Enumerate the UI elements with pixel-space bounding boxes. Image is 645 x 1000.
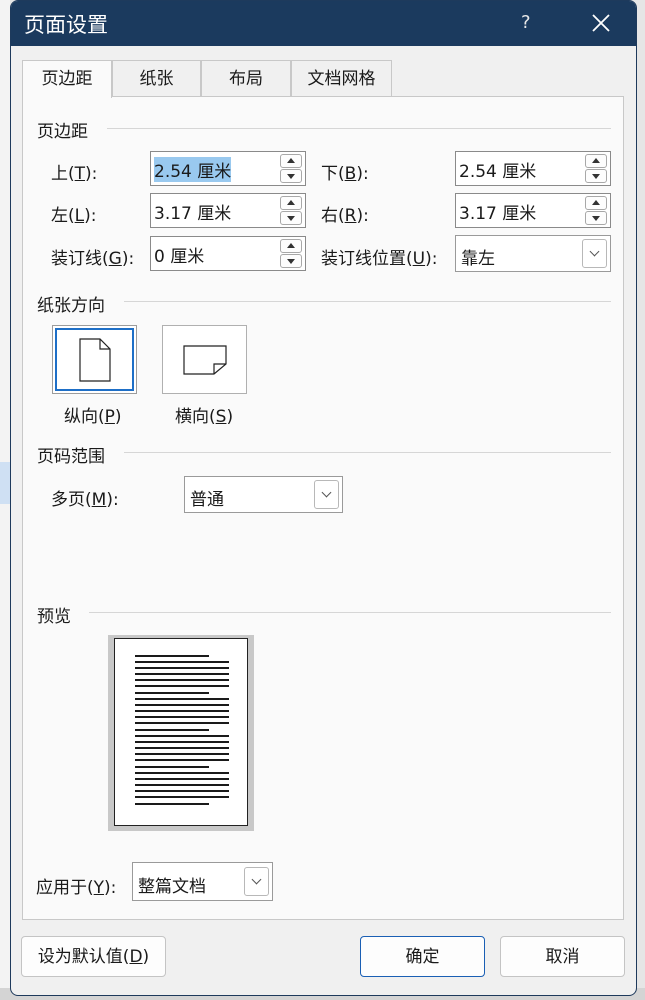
preview-page xyxy=(114,638,248,826)
preview-text-line xyxy=(135,759,229,761)
preview-text-line xyxy=(135,753,229,755)
set-default-button[interactable]: 设为默认值(D) xyxy=(21,936,166,977)
preview-text-line xyxy=(135,796,229,798)
gutter-label: 装订线(G): xyxy=(51,249,135,269)
chevron-down-icon[interactable] xyxy=(314,480,339,509)
orientation-section-title: 纸张方向 xyxy=(37,296,105,316)
preview-section-title: 预览 xyxy=(37,607,71,627)
preview-text-line xyxy=(135,673,229,675)
background-selection xyxy=(0,462,10,504)
orientation-divider xyxy=(124,301,611,302)
cancel-button[interactable]: 取消 xyxy=(500,936,625,977)
top-margin-label: 上(T): xyxy=(51,164,98,184)
preview-text-line xyxy=(135,772,229,774)
close-icon[interactable] xyxy=(588,10,614,36)
preview-text-line xyxy=(135,692,209,694)
left-margin-value[interactable]: 3.17 厘米 xyxy=(154,199,231,224)
left-margin-down-icon[interactable] xyxy=(280,211,302,225)
margins-divider xyxy=(107,128,611,129)
preview-divider xyxy=(89,612,611,613)
top-margin-spinner[interactable]: 2.54 厘米 xyxy=(150,151,306,186)
margins-section-title: 页边距 xyxy=(37,122,88,142)
preview-text-line xyxy=(135,679,229,681)
right-margin-spinner[interactable]: 3.17 厘米 xyxy=(455,193,611,228)
apply-to-value: 整篇文档 xyxy=(138,877,206,897)
bottom-margin-down-icon[interactable] xyxy=(585,169,607,183)
bottom-margin-value[interactable]: 2.54 厘米 xyxy=(459,157,536,182)
right-margin-up-icon[interactable] xyxy=(585,196,607,210)
preview-text-line xyxy=(135,735,229,737)
left-margin-up-icon[interactable] xyxy=(280,196,302,210)
top-margin-up-icon[interactable] xyxy=(280,154,302,168)
portrait-option[interactable] xyxy=(52,325,137,394)
gutter-down-icon[interactable] xyxy=(280,254,302,268)
gutter-spinner[interactable]: 0 厘米 xyxy=(150,236,306,271)
title-bar[interactable]: 页面设置 ? xyxy=(11,1,636,46)
preview-text-line xyxy=(135,741,229,743)
bottom-margin-up-icon[interactable] xyxy=(585,154,607,168)
preview-text-line xyxy=(135,698,229,700)
bottom-margin-spinner[interactable]: 2.54 厘米 xyxy=(455,151,611,186)
ok-button[interactable]: 确定 xyxy=(360,936,485,977)
tab-paper[interactable]: 纸张 xyxy=(112,60,201,97)
tab-document-grid[interactable]: 文档网格 xyxy=(291,60,392,97)
landscape-label: 横向(S) xyxy=(175,407,234,427)
chevron-down-icon[interactable] xyxy=(582,239,607,268)
tab-layout[interactable]: 布局 xyxy=(201,60,291,97)
preview-text-line xyxy=(135,803,209,805)
portrait-page-icon xyxy=(79,338,111,382)
apply-to-label: 应用于(Y): xyxy=(36,878,117,898)
preview-text-line xyxy=(135,729,209,731)
bottom-margin-label: 下(B): xyxy=(321,164,369,184)
preview-text-line xyxy=(135,704,229,706)
preview-text-line xyxy=(135,790,229,792)
right-margin-value[interactable]: 3.17 厘米 xyxy=(459,199,536,224)
page-setup-dialog: 页面设置 ? 页边距 纸张 布局 文档网格 页边距 上(T): 2.54 厘米 … xyxy=(10,0,637,996)
gutter-value[interactable]: 0 厘米 xyxy=(154,242,204,267)
preview-text-line xyxy=(135,685,229,687)
left-margin-spinner[interactable]: 3.17 厘米 xyxy=(150,193,306,228)
pages-section-title: 页码范围 xyxy=(37,447,105,467)
preview-text-line xyxy=(135,655,209,657)
landscape-option[interactable] xyxy=(162,325,247,394)
landscape-page-icon xyxy=(183,345,227,375)
preview-text-line xyxy=(135,766,209,768)
preview-frame xyxy=(108,635,254,831)
preview-text-line xyxy=(135,716,229,718)
gutter-position-value: 靠左 xyxy=(461,249,495,269)
gutter-position-select[interactable]: 靠左 xyxy=(455,235,611,272)
right-margin-label: 右(R): xyxy=(321,206,369,226)
multiple-pages-select[interactable]: 普通 xyxy=(184,476,343,513)
multiple-pages-label: 多页(M): xyxy=(51,490,119,510)
right-margin-down-icon[interactable] xyxy=(585,211,607,225)
gutter-position-label: 装订线位置(U): xyxy=(321,249,438,269)
preview-text-line xyxy=(135,661,229,663)
preview-text-line xyxy=(135,722,229,724)
gutter-up-icon[interactable] xyxy=(280,239,302,253)
preview-text-line xyxy=(135,784,229,786)
preview-text-line xyxy=(135,710,229,712)
preview-text-line xyxy=(135,747,229,749)
chevron-down-icon[interactable] xyxy=(244,867,269,896)
pages-divider xyxy=(124,452,611,453)
portrait-label: 纵向(P) xyxy=(64,407,122,427)
top-margin-down-icon[interactable] xyxy=(280,169,302,183)
top-margin-value[interactable]: 2.54 厘米 xyxy=(154,157,232,182)
left-margin-label: 左(L): xyxy=(51,206,97,226)
help-button[interactable]: ? xyxy=(521,12,531,33)
apply-to-select[interactable]: 整篇文档 xyxy=(132,862,273,901)
preview-text-line xyxy=(135,778,229,780)
dialog-title: 页面设置 xyxy=(24,13,108,37)
multiple-pages-value: 普通 xyxy=(190,490,224,510)
preview-text-line xyxy=(135,667,229,669)
tab-margins[interactable]: 页边距 xyxy=(22,60,112,98)
